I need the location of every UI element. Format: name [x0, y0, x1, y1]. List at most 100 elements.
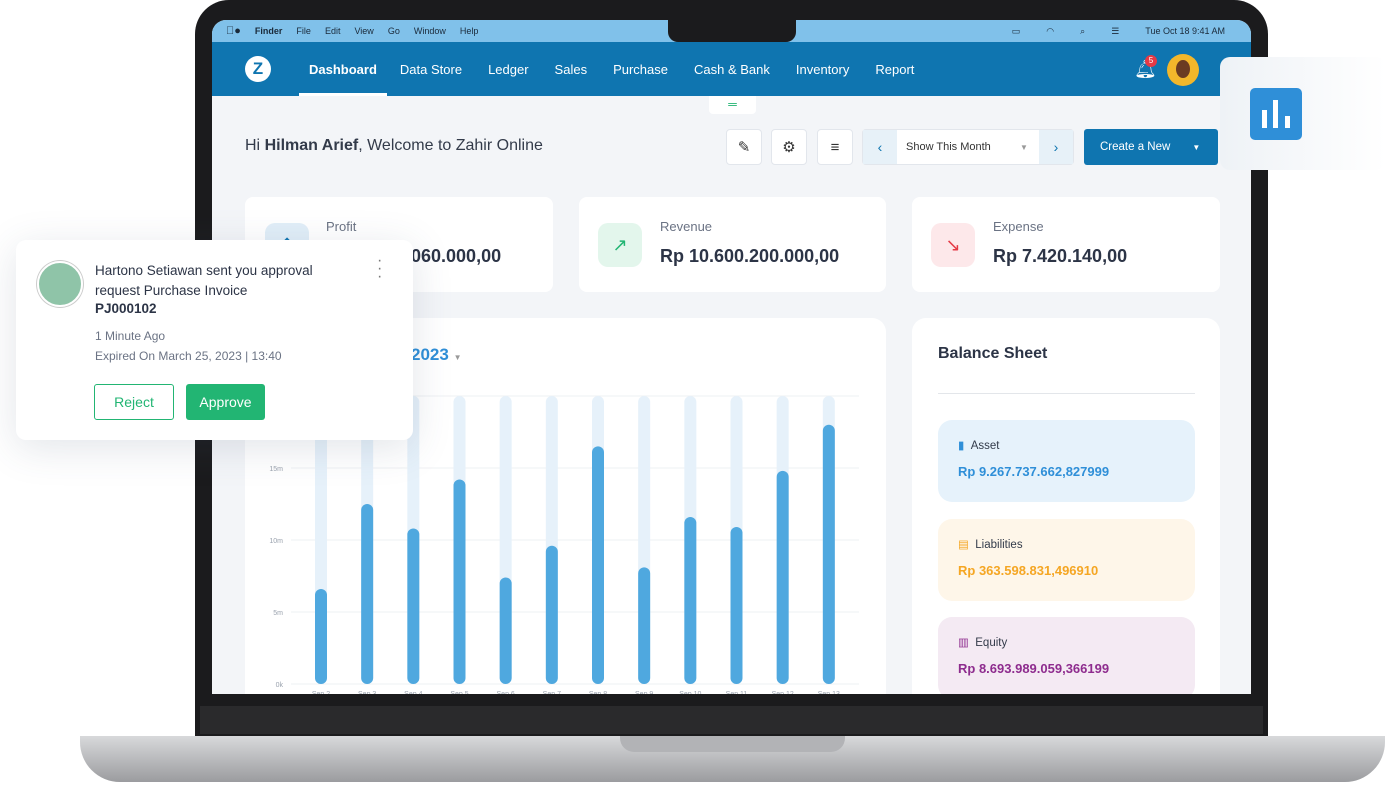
settings-button[interactable]: ⚙	[771, 129, 807, 165]
equity-item[interactable]: ▥ Equity Rp 8.693.989.059,366199	[938, 617, 1195, 694]
bar	[684, 516, 697, 684]
bar	[361, 504, 374, 684]
notification-badge: 5	[1145, 55, 1157, 67]
revenue-value: Rp 10.600.200.000,00	[660, 246, 840, 266]
nav-sales[interactable]: Sales	[542, 42, 601, 96]
user-name: Hilman Arief	[264, 137, 359, 154]
bar	[638, 567, 651, 684]
filter-button[interactable]: ≡	[817, 129, 853, 165]
laptop-groove	[620, 736, 845, 752]
laptop-chin	[200, 706, 1263, 734]
x-tick-label: Sep 12	[772, 691, 794, 694]
nav-cash-bank[interactable]: Cash & Bank	[681, 42, 783, 96]
expense-value: Rp 7.420.140,00	[993, 246, 1128, 266]
bar	[545, 545, 558, 684]
document-icon: ▤	[958, 539, 969, 551]
apple-icon[interactable]: ●	[226, 25, 241, 37]
nav-purchase[interactable]: Purchase	[600, 42, 681, 96]
nav-dashboard[interactable]: Dashboard	[299, 42, 387, 96]
prev-period-button[interactable]: ‹	[863, 130, 897, 164]
camera-notch	[668, 20, 796, 42]
x-tick-label: Sep 10	[679, 691, 701, 694]
x-tick-label: Sep 6	[497, 691, 515, 694]
menu-window[interactable]: Window	[414, 26, 446, 36]
gear-icon: ⚙	[782, 139, 796, 156]
x-tick-label: Sep 7	[543, 691, 561, 694]
menu-help[interactable]: Help	[460, 26, 479, 36]
control-center-icon[interactable]: ☰	[1111, 26, 1119, 37]
bar	[822, 424, 835, 684]
floating-widget	[1220, 57, 1386, 170]
nav-report[interactable]: Report	[862, 42, 927, 96]
x-tick-label: Sep 3	[358, 691, 376, 694]
y-tick-label: 5m	[273, 610, 283, 617]
book-icon: ▮	[958, 440, 965, 452]
welcome-text: Hi Hilman Arief, Welcome to Zahir Online	[245, 137, 543, 154]
bar-chart-icon: ▥	[958, 637, 969, 649]
revenue-card: ↗ Revenue Rp 10.600.200.000,00	[579, 197, 886, 292]
status-area: ▭ ◠ ⌕ ☰ Tue Oct 18 9:41 AM	[1012, 20, 1239, 42]
x-tick-label: Sep 13	[818, 691, 840, 694]
asset-value: Rp 9.267.737.662,827999	[958, 464, 1110, 479]
y-tick-label: 15m	[269, 466, 283, 473]
nav-inventory[interactable]: Inventory	[783, 42, 862, 96]
x-tick-label: Sep 11	[726, 691, 748, 694]
date-range-select[interactable]: ‹ Show This Month ▼ ›	[862, 129, 1074, 165]
expense-card: ↘ Expense Rp 7.420.140,00	[912, 197, 1220, 292]
liabilities-item[interactable]: ▤ Liabilities Rp 363.598.831,496910	[938, 519, 1195, 601]
create-new-button[interactable]: Create a New ▼	[1084, 129, 1218, 165]
bar	[730, 527, 743, 684]
profit-label: Profit	[326, 219, 357, 234]
approve-button[interactable]: Approve	[186, 384, 265, 420]
asset-item[interactable]: ▮ Asset Rp 9.267.737.662,827999	[938, 420, 1195, 502]
notification-time: 1 Minute Ago	[95, 329, 166, 343]
bar	[407, 528, 420, 684]
pencil-icon: ✎	[737, 139, 751, 156]
bar	[315, 588, 327, 684]
approval-notification: Hartono Setiawan sent you approval reque…	[16, 240, 413, 440]
menu-finder[interactable]: Finder	[255, 26, 283, 36]
collapse-handle[interactable]: ═	[709, 96, 756, 114]
expiry-text: Expired On March 25, 2023 | 13:40	[95, 349, 282, 363]
y-tick-label: 0k	[276, 682, 284, 689]
analytics-icon[interactable]	[1250, 88, 1302, 140]
x-tick-label: Sep 4	[404, 691, 422, 694]
menu-file[interactable]: File	[296, 26, 311, 36]
battery-icon[interactable]: ▭	[1012, 26, 1021, 37]
date-range-value: Show This Month	[906, 141, 991, 153]
bar	[776, 470, 789, 684]
x-tick-label: Sep 5	[450, 691, 468, 694]
menu-edit[interactable]: Edit	[325, 26, 341, 36]
equity-value: Rp 8.693.989.059,366199	[958, 661, 1110, 676]
profit-value: 060.000,00	[411, 246, 502, 266]
nav-data-store[interactable]: Data Store	[387, 42, 475, 96]
chevron-down-icon: ▼	[1020, 142, 1028, 152]
menu-go[interactable]: Go	[388, 26, 400, 36]
notification-message: Hartono Setiawan sent you approval reque…	[95, 263, 313, 298]
edit-button[interactable]: ✎	[726, 129, 762, 165]
nav-ledger[interactable]: Ledger	[475, 42, 541, 96]
document-number[interactable]: PJ000102	[95, 301, 157, 316]
wifi-icon[interactable]: ◠	[1046, 26, 1054, 37]
filter-icon: ≡	[830, 138, 840, 156]
sender-avatar	[37, 261, 83, 307]
search-icon[interactable]: ⌕	[1080, 26, 1085, 37]
trend-down-icon: ↘	[931, 223, 975, 267]
bar	[499, 577, 512, 684]
avatar[interactable]	[1167, 54, 1199, 86]
more-options-icon[interactable]: · · ·	[377, 253, 382, 285]
zahir-logo[interactable]: Z	[245, 56, 271, 82]
x-tick-label: Sep 9	[635, 691, 653, 694]
trend-up-icon: ↗	[598, 223, 642, 267]
bar	[453, 479, 466, 684]
balance-sheet-title: Balance Sheet	[938, 345, 1048, 362]
menu-view[interactable]: View	[354, 26, 373, 36]
revenue-label: Revenue	[660, 219, 713, 234]
y-tick-label: 10m	[269, 538, 283, 545]
chevron-down-icon: ▼	[1192, 142, 1201, 152]
reject-button[interactable]: Reject	[94, 384, 174, 420]
liabilities-value: Rp 363.598.831,496910	[958, 563, 1099, 578]
bar	[592, 446, 604, 684]
next-period-button[interactable]: ›	[1039, 130, 1073, 164]
top-nav: Z Dashboard Data Store Ledger Sales Purc…	[212, 42, 1251, 96]
